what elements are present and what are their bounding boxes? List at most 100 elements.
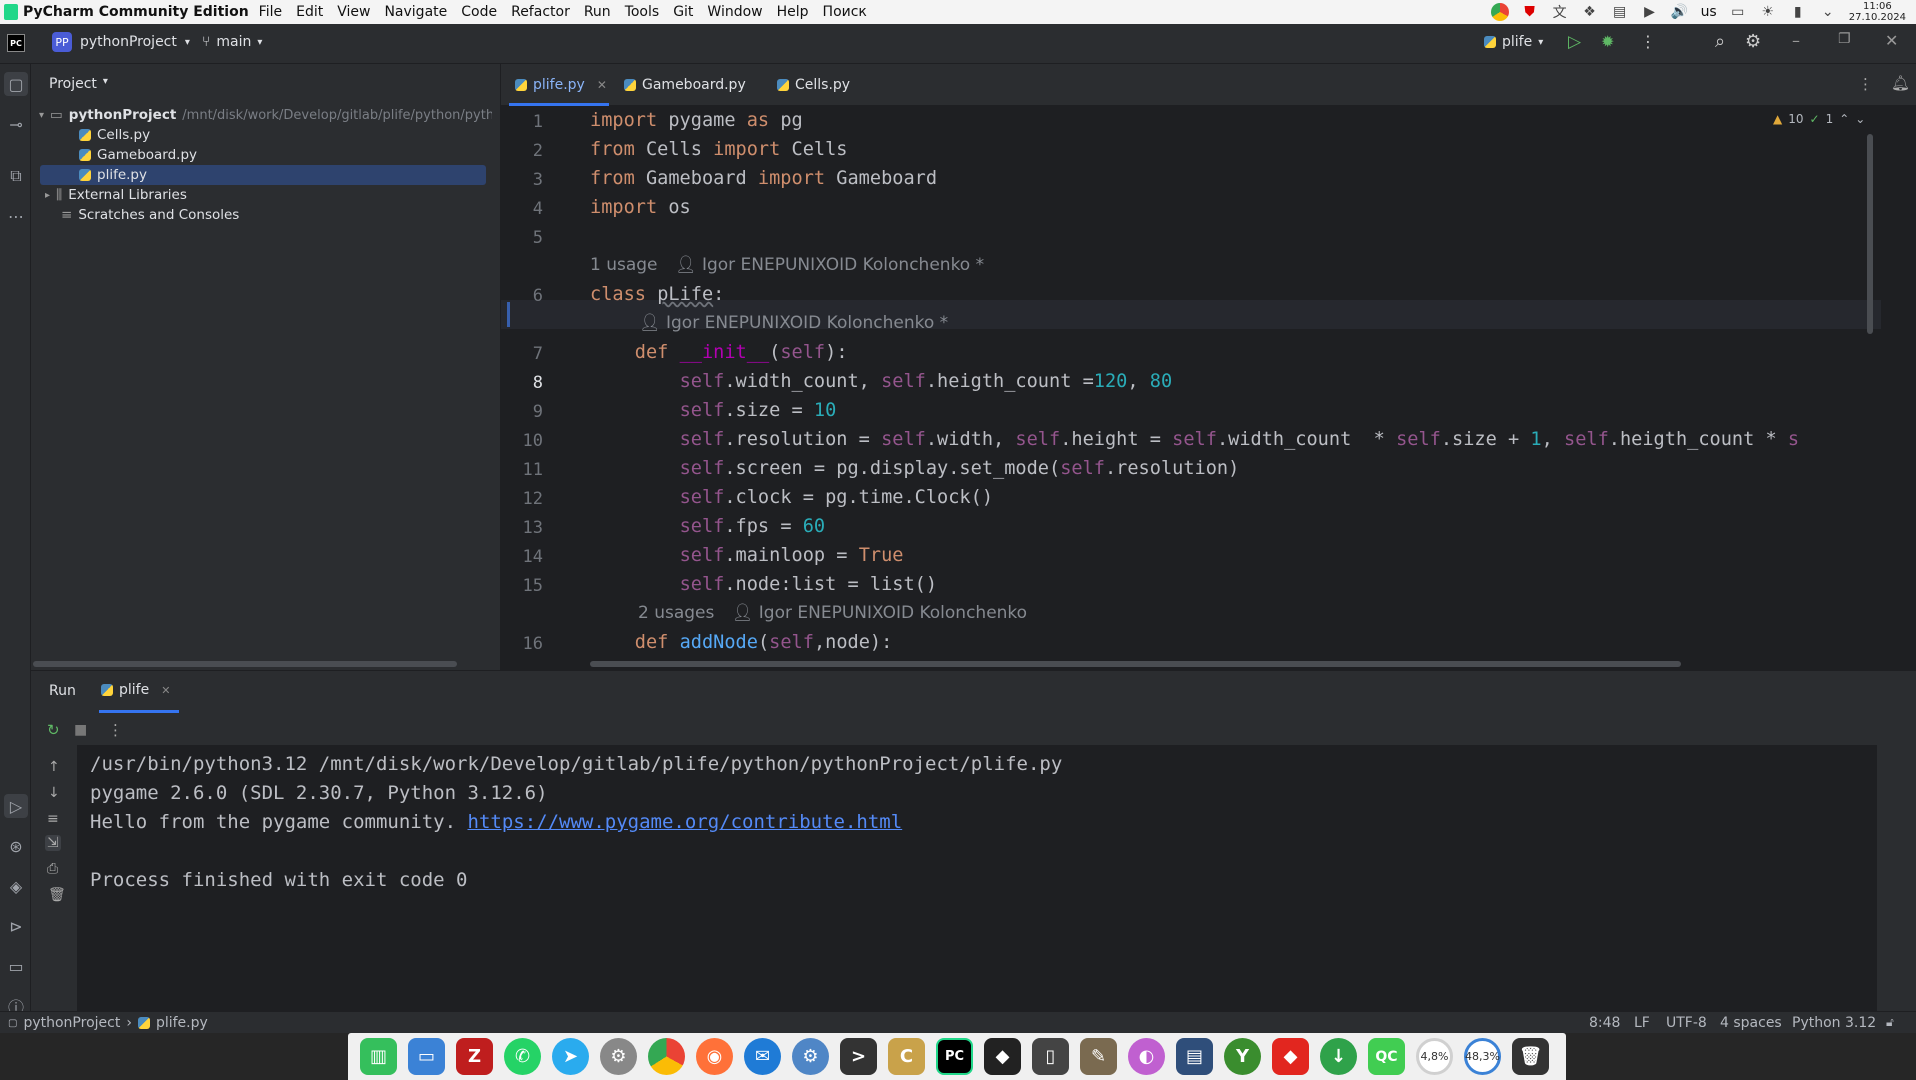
print-icon[interactable]: ⎙	[47, 861, 58, 877]
more-options-icon[interactable]: ⋮	[108, 721, 123, 739]
rerun-icon[interactable]: ↻	[47, 721, 60, 739]
memory-monitor[interactable]: 48,3%	[1464, 1038, 1501, 1075]
project-panel-header[interactable]: Project ▾	[49, 76, 108, 92]
chrome-icon[interactable]	[648, 1038, 685, 1075]
media-play-tray-icon[interactable]: ▶	[1641, 3, 1659, 21]
minimize-icon[interactable]: –	[1792, 31, 1800, 50]
code-line-1[interactable]: import pygame as pg	[590, 110, 803, 131]
tree-external-libraries[interactable]: ▸ ⫼ External Libraries	[45, 187, 187, 203]
thunderbird-icon[interactable]: ✉	[744, 1038, 781, 1075]
services-icon[interactable]: ⊳	[4, 914, 28, 938]
downloader-icon[interactable]: ↓	[1320, 1038, 1357, 1075]
manjaro-menu-icon[interactable]: ▥	[360, 1038, 397, 1075]
code-line-13[interactable]: self.fps = 60	[590, 516, 826, 537]
pycharm-app-icon[interactable]: PC	[936, 1038, 973, 1075]
volume-tray-icon[interactable]: 🔊	[1671, 3, 1689, 21]
menu-run[interactable]: Run	[584, 4, 611, 20]
project-tool-folder-icon[interactable]: ▢	[4, 72, 28, 96]
tree-scratches[interactable]: ≡ Scratches and Consoles	[61, 207, 239, 223]
author-name[interactable]: Igor ENEPUNIXOID Kolonchenko	[759, 603, 1027, 623]
run-icon[interactable]: ▷	[1568, 32, 1581, 52]
tab-plife[interactable]: plife.py ✕	[515, 64, 607, 106]
translate-tray-icon[interactable]: 文	[1551, 3, 1569, 21]
run-console[interactable]: /usr/bin/python3.12 /mnt/disk/work/Devel…	[77, 745, 1877, 1012]
document-viewer-icon[interactable]: ▯	[1032, 1038, 1069, 1075]
pygame-contribute-link[interactable]: https://www.pygame.org/contribute.html	[468, 811, 903, 833]
menu-navigate[interactable]: Navigate	[384, 4, 447, 20]
hollywood-icon[interactable]: ⚙	[600, 1038, 637, 1075]
menu-view[interactable]: View	[337, 4, 370, 20]
code-line-12[interactable]: self.clock = pg.time.Clock()	[590, 487, 993, 508]
menu-code[interactable]: Code	[461, 4, 497, 20]
scroll-to-end-icon[interactable]: ⇲	[45, 835, 61, 851]
code-line-14[interactable]: self.mainloop = True	[590, 545, 904, 566]
menu-tools[interactable]: Tools	[625, 4, 660, 20]
line-separator[interactable]: LF	[1634, 1015, 1650, 1031]
trash-icon[interactable]: 🗑︎	[48, 887, 66, 903]
indent-setting[interactable]: 4 spaces	[1720, 1015, 1782, 1031]
file-encoding[interactable]: UTF-8	[1666, 1015, 1707, 1031]
whatsapp-icon[interactable]: ✆	[504, 1038, 541, 1075]
terminal-icon[interactable]: ▭	[4, 954, 28, 978]
code-line-11[interactable]: self.screen = pg.display.set_mode(self.r…	[590, 458, 1240, 479]
stop-icon[interactable]: ■	[74, 722, 87, 738]
code-line-6[interactable]: class pLife:	[590, 284, 724, 305]
usage-count[interactable]: 2 usages	[638, 603, 714, 623]
codelens-addnode[interactable]: 2 usages 👤︎ Igor ENEPUNIXOID Kolonchenko	[638, 603, 1027, 623]
run-tool-icon[interactable]: ▷	[4, 794, 28, 818]
horizontal-scrollbar[interactable]	[33, 661, 457, 667]
python-packages-icon[interactable]: ◈	[4, 874, 28, 898]
dropbox-tray-icon[interactable]: ❖	[1581, 3, 1599, 21]
restore-icon[interactable]: ❐	[1838, 31, 1851, 47]
debug-icon[interactable]: ✹	[1601, 32, 1614, 51]
pycharm-main-menu-icon[interactable]: PC	[7, 34, 25, 52]
structure-tool-icon[interactable]: ⧉	[4, 164, 28, 188]
usage-count[interactable]: 1 usage	[590, 255, 658, 275]
code-line-2[interactable]: from Cells import Cells	[590, 139, 848, 160]
kdenlive-icon[interactable]: ▤	[1176, 1038, 1213, 1075]
settings-gear-icon[interactable]: ⚙	[1745, 31, 1761, 52]
more-actions-icon[interactable]: ⋮	[1640, 32, 1656, 51]
tree-file-gameboard[interactable]: Gameboard.py	[79, 147, 197, 163]
menu-help[interactable]: Help	[777, 4, 809, 20]
editor-horizontal-scrollbar[interactable]	[590, 661, 1681, 667]
trash-app-icon[interactable]: 🗑︎	[1512, 1038, 1549, 1075]
battery-tray-icon[interactable]: ▮	[1789, 3, 1807, 21]
chevron-down-tray-icon[interactable]: ⌄	[1819, 3, 1837, 21]
krita-icon[interactable]: ◐	[1128, 1038, 1165, 1075]
menu-edit[interactable]: Edit	[296, 4, 323, 20]
inkscape-icon[interactable]: ◆	[984, 1038, 1021, 1075]
tree-root[interactable]: ▾ ▭ pythonProject /mnt/disk/work/Develop…	[39, 107, 492, 123]
author-name[interactable]: Igor ENEPUNIXOID Kolonchenko *	[702, 255, 984, 275]
caret-position[interactable]: 8:48	[1589, 1015, 1620, 1031]
code-line-4[interactable]: import os	[590, 197, 691, 218]
author-name[interactable]: Igor ENEPUNIXOID Kolonchenko *	[666, 313, 948, 333]
code-line-10[interactable]: self.resolution = self.width, self.heigh…	[590, 429, 1800, 450]
keyboard-layout[interactable]: us	[1701, 4, 1717, 20]
gimp-icon[interactable]: ✎	[1080, 1038, 1117, 1075]
clion-icon[interactable]: C	[888, 1038, 925, 1075]
code-line-9[interactable]: self.size = 10	[590, 400, 837, 421]
firefox-icon[interactable]: ◉	[696, 1038, 733, 1075]
clipboard-tray-icon[interactable]: ▤	[1611, 3, 1629, 21]
run-tab-plife[interactable]: plife ✕	[101, 682, 170, 698]
search-icon[interactable]: ⌕	[1715, 31, 1725, 52]
more-tools-icon[interactable]: ⋯	[4, 204, 28, 228]
breadcrumb[interactable]: ▢ pythonProject › plife.py	[8, 1015, 208, 1031]
chrome-tray-icon[interactable]	[1490, 3, 1509, 21]
menu-refactor[interactable]: Refactor	[511, 4, 570, 20]
inspection-widget[interactable]: ▲ 10 ✓ 1 ⌃ ⌄	[1773, 112, 1865, 126]
soft-wrap-icon[interactable]: ≡	[47, 811, 59, 827]
code-line-8[interactable]: self.width_count, self.heigth_count =120…	[590, 371, 1173, 392]
code-line-7[interactable]: def __init__(self):	[590, 342, 848, 363]
lock-icon[interactable]: 🔓︎	[1886, 1015, 1894, 1030]
close-tab-icon[interactable]: ✕	[161, 684, 170, 697]
menu-git[interactable]: Git	[673, 4, 693, 20]
tab-cells[interactable]: Cells.py	[777, 64, 850, 106]
qt-creator-icon[interactable]: QC	[1368, 1038, 1405, 1075]
scroll-down-icon[interactable]: ↓	[48, 785, 60, 801]
commit-tool-icon[interactable]: ⊸	[4, 112, 28, 136]
close-icon[interactable]: ✕	[1885, 31, 1898, 50]
clock[interactable]: 11:06 27.10.2024	[1849, 1, 1906, 23]
breadcrumb-file[interactable]: plife.py	[156, 1015, 208, 1031]
